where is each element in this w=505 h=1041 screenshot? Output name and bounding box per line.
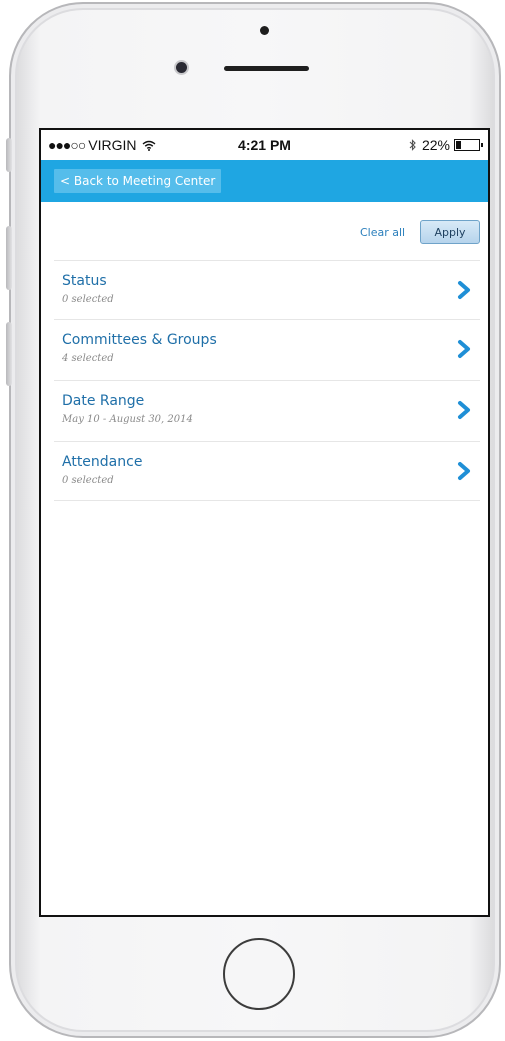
filter-item-committees-groups[interactable]: Committees & Groups 4 selected	[54, 320, 480, 381]
filter-title: Attendance	[62, 454, 143, 470]
clear-all-link[interactable]: Clear all	[360, 226, 405, 239]
volume-down-button	[6, 322, 12, 386]
chevron-right-icon[interactable]	[455, 461, 473, 481]
battery-level	[456, 141, 461, 149]
bluetooth-icon	[409, 137, 417, 153]
filter-item-date-range[interactable]: Date Range May 10 - August 30, 2014	[54, 381, 480, 442]
status-bar: ●●●○○ VIRGIN 4:21 PM 22%	[41, 130, 488, 160]
filter-item-attendance[interactable]: Attendance 0 selected	[54, 442, 480, 501]
mute-switch	[6, 138, 12, 172]
filter-list: Status 0 selected Committees & Groups 4 …	[54, 260, 480, 501]
apply-button[interactable]: Apply	[420, 220, 480, 244]
filter-subtitle: 4 selected	[62, 353, 114, 364]
filter-subtitle: 0 selected	[62, 475, 114, 486]
home-button[interactable]	[223, 938, 295, 1010]
battery-tip	[481, 143, 483, 147]
earpiece-speaker	[224, 66, 309, 71]
volume-up-button	[6, 226, 12, 290]
chevron-right-icon[interactable]	[455, 280, 473, 300]
nav-bar: < Back to Meeting Center	[41, 160, 488, 202]
sensor-dot	[260, 26, 269, 35]
filter-title: Status	[62, 273, 107, 289]
filter-title: Committees & Groups	[62, 332, 217, 348]
filter-title: Date Range	[62, 393, 145, 409]
chevron-right-icon[interactable]	[455, 400, 473, 420]
filter-actions: Clear all Apply	[41, 202, 488, 260]
filter-subtitle: 0 selected	[62, 294, 114, 305]
battery-percent: 22%	[421, 137, 450, 153]
phone-screen: ●●●○○ VIRGIN 4:21 PM 22% < Back to Meetin…	[39, 128, 490, 917]
filter-subtitle: May 10 - August 30, 2014	[62, 414, 193, 425]
battery-icon	[454, 139, 483, 151]
front-camera-icon	[176, 62, 187, 73]
back-to-meeting-center-button[interactable]: < Back to Meeting Center	[54, 169, 222, 193]
chevron-right-icon[interactable]	[455, 339, 473, 359]
status-right: 22%	[409, 137, 483, 153]
filter-item-status[interactable]: Status 0 selected	[54, 261, 480, 320]
